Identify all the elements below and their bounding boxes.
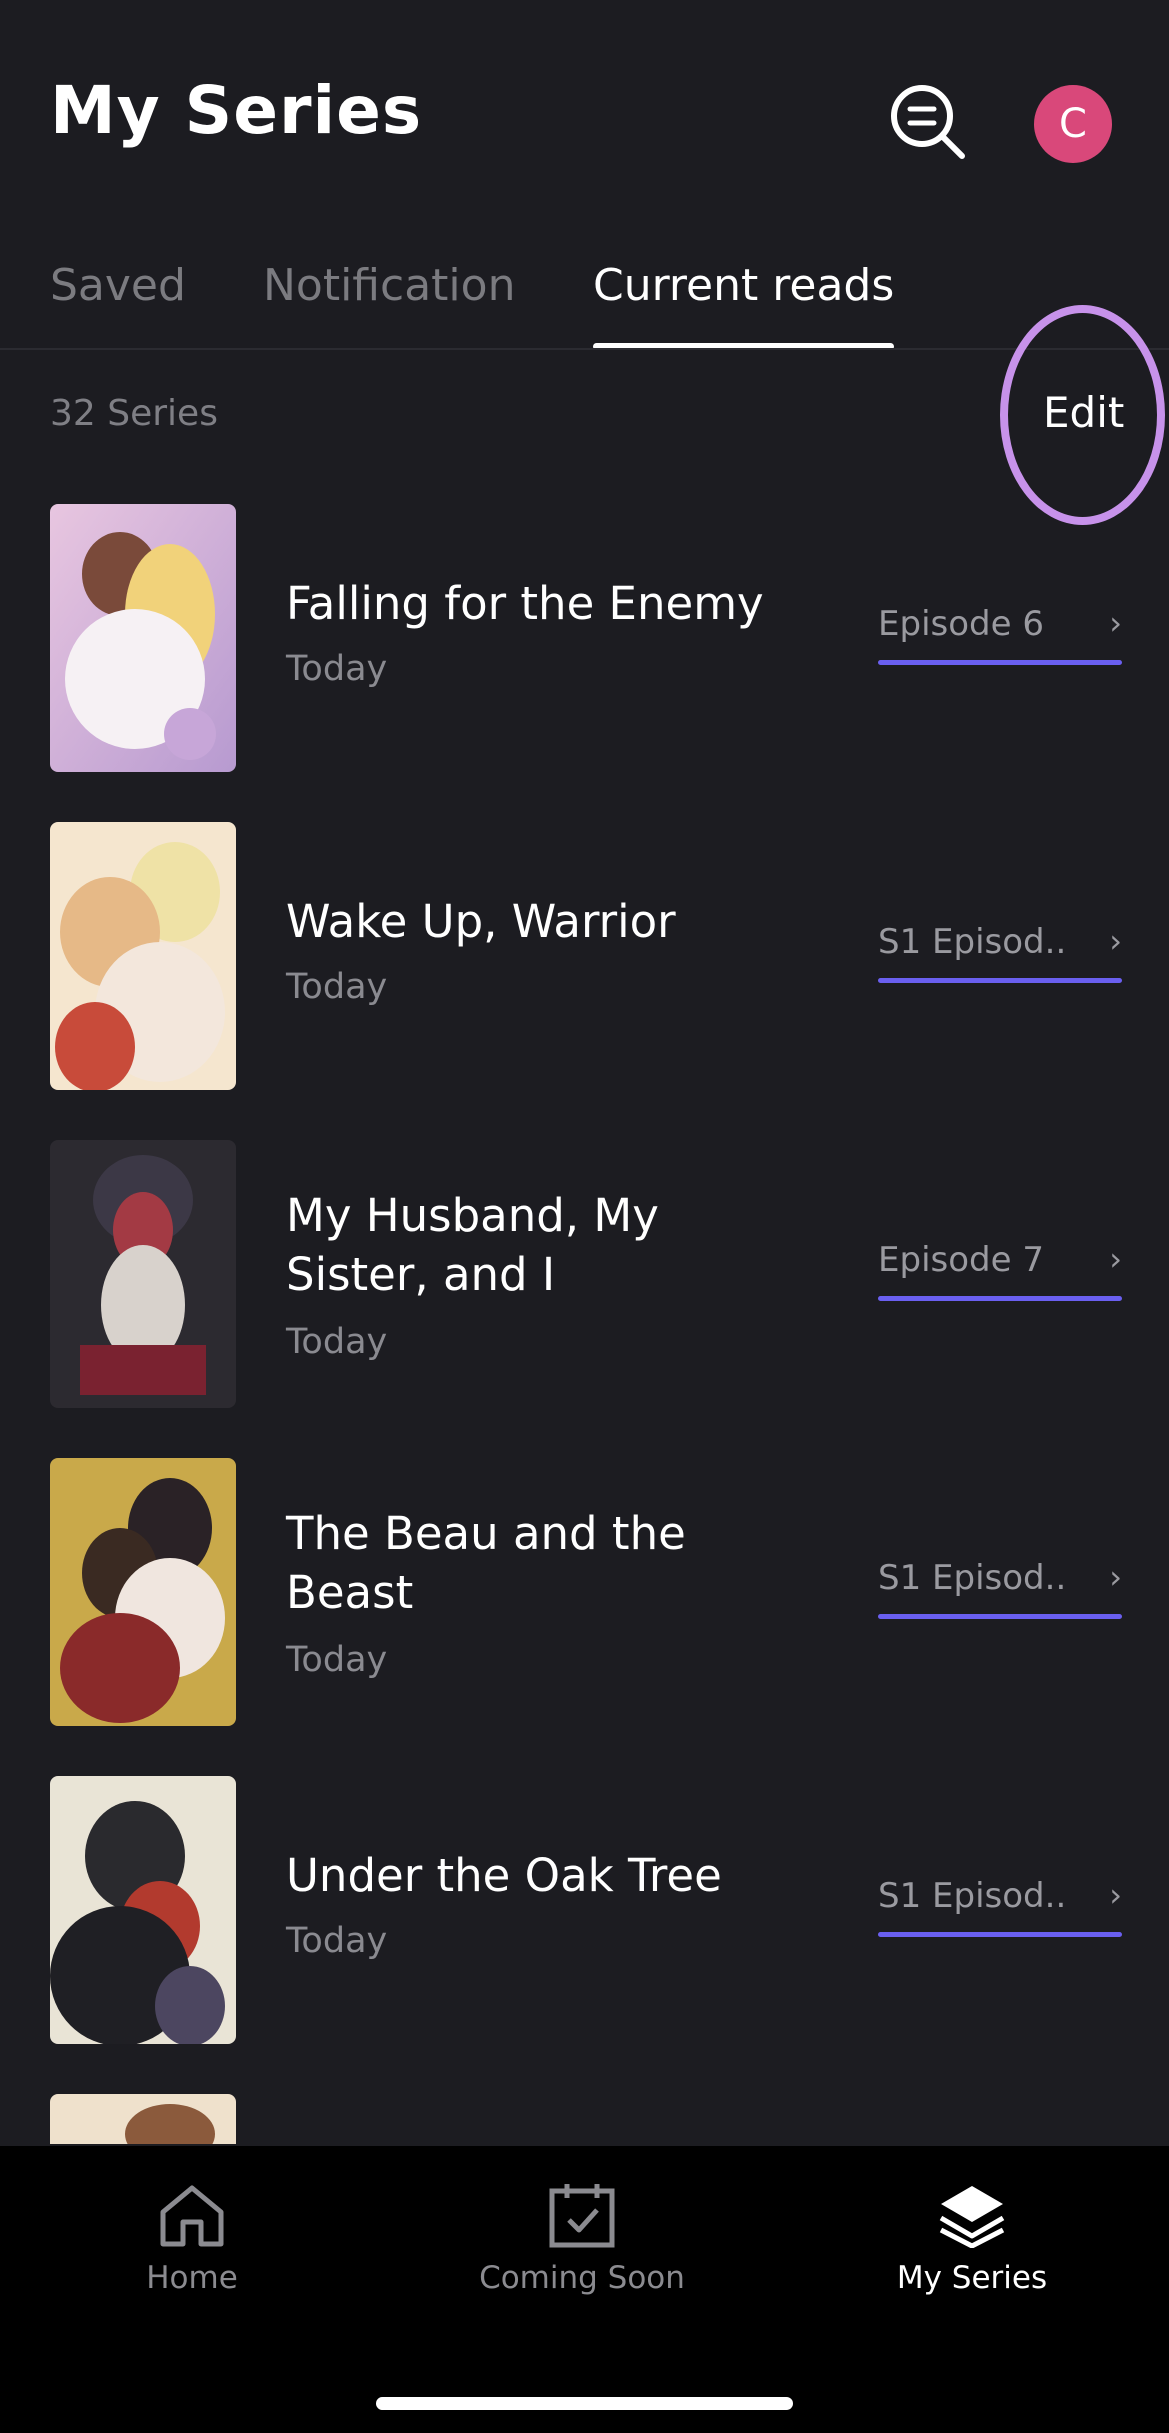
list-item[interactable]: Under the Oak Tree Today S1 Episod.. › bbox=[0, 1776, 1169, 2044]
series-date: Today bbox=[286, 967, 388, 1007]
highlight-circle bbox=[1000, 305, 1165, 525]
series-list[interactable]: Falling for the Enemy Today Episode 6 › … bbox=[0, 504, 1169, 2144]
series-date: Today bbox=[286, 649, 388, 689]
list-item[interactable]: Falling for the Enemy Today Episode 6 › bbox=[0, 504, 1169, 772]
list-item[interactable]: My Husband, My Sister, and I Today Episo… bbox=[0, 1140, 1169, 1408]
nav-home[interactable]: Home bbox=[42, 2182, 342, 2296]
series-title: The Beau and the Beast bbox=[286, 1507, 686, 1619]
series-date: Today bbox=[286, 1921, 388, 1961]
episode-label: S1 Episod.. bbox=[878, 922, 1067, 962]
divider bbox=[0, 348, 1169, 350]
progress-bar bbox=[878, 978, 1122, 983]
nav-coming-soon[interactable]: Coming Soon bbox=[432, 2182, 732, 2296]
home-icon bbox=[160, 2185, 224, 2247]
bottom-navigation: Home Coming Soon My Series bbox=[0, 2146, 1169, 2433]
nav-label: My Series bbox=[896, 2260, 1048, 2296]
series-title: My Husband, My Sister, and I bbox=[286, 1189, 659, 1301]
tab-bar: Saved Notification Current reads bbox=[0, 250, 1169, 350]
page-title: My Series bbox=[50, 72, 423, 149]
progress-bar bbox=[878, 1932, 1122, 1937]
episode-label: S1 Episod.. bbox=[878, 1558, 1067, 1598]
avatar[interactable]: C bbox=[1034, 85, 1112, 163]
nav-label: Home bbox=[146, 2260, 238, 2296]
tab-label: Saved bbox=[50, 260, 186, 311]
nav-label: Coming Soon bbox=[479, 2260, 685, 2296]
tab-label: Current reads bbox=[593, 260, 895, 311]
tab-label: Notification bbox=[263, 260, 516, 311]
series-cover[interactable] bbox=[50, 822, 236, 1090]
calendar-check-icon bbox=[549, 2184, 615, 2248]
episode-button[interactable]: S1 Episod.. › bbox=[878, 1558, 1122, 1619]
list-item[interactable] bbox=[0, 2094, 1169, 2144]
series-date: Today bbox=[286, 1640, 388, 1680]
tab-saved[interactable]: Saved bbox=[50, 260, 186, 350]
series-cover[interactable] bbox=[50, 1458, 236, 1726]
series-title: Under the Oak Tree bbox=[286, 1849, 722, 1902]
list-item[interactable]: The Beau and the Beast Today S1 Episod..… bbox=[0, 1458, 1169, 1726]
episode-button[interactable]: Episode 7 › bbox=[878, 1240, 1122, 1301]
series-date: Today bbox=[286, 1322, 388, 1362]
episode-label: Episode 7 bbox=[878, 1240, 1044, 1280]
series-cover[interactable] bbox=[50, 1776, 236, 2044]
nav-my-series[interactable]: My Series bbox=[822, 2182, 1122, 2296]
search-button[interactable] bbox=[886, 80, 970, 164]
chevron-right-icon: › bbox=[1109, 1558, 1122, 1596]
progress-bar bbox=[878, 660, 1122, 665]
series-cover[interactable] bbox=[50, 2094, 236, 2144]
chevron-right-icon: › bbox=[1109, 1876, 1122, 1914]
chevron-right-icon: › bbox=[1109, 1240, 1122, 1278]
home-indicator[interactable] bbox=[376, 2397, 793, 2410]
series-count: 32 Series bbox=[50, 393, 218, 434]
search-menu-icon bbox=[891, 85, 965, 159]
tab-notification[interactable]: Notification bbox=[263, 260, 515, 350]
series-title: Falling for the Enemy bbox=[286, 577, 764, 630]
episode-label: S1 Episod.. bbox=[878, 1876, 1067, 1916]
progress-bar bbox=[878, 1296, 1122, 1301]
tab-current-reads[interactable]: Current reads bbox=[593, 260, 895, 350]
series-title: Wake Up, Warrior bbox=[286, 895, 676, 948]
episode-label: Episode 6 bbox=[878, 604, 1044, 644]
episode-button[interactable]: Episode 6 › bbox=[878, 604, 1122, 665]
progress-bar bbox=[878, 1614, 1122, 1619]
series-cover[interactable] bbox=[50, 504, 236, 772]
chevron-right-icon: › bbox=[1109, 604, 1122, 642]
series-cover[interactable] bbox=[50, 1140, 236, 1408]
layers-icon bbox=[939, 2186, 1005, 2248]
episode-button[interactable]: S1 Episod.. › bbox=[878, 922, 1122, 983]
list-item[interactable]: Wake Up, Warrior Today S1 Episod.. › bbox=[0, 822, 1169, 1090]
chevron-right-icon: › bbox=[1109, 922, 1122, 960]
episode-button[interactable]: S1 Episod.. › bbox=[878, 1876, 1122, 1937]
